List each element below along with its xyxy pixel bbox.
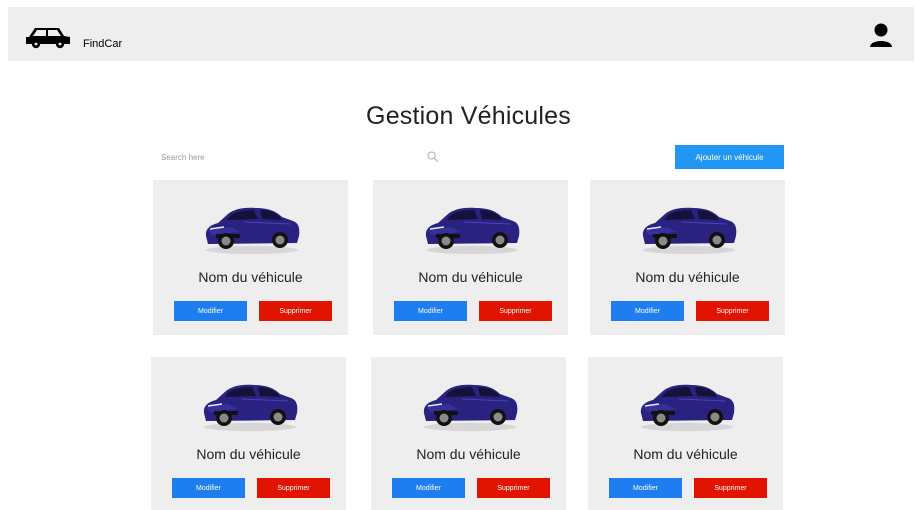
edit-button[interactable]: Modifier [609,478,682,498]
vehicle-card: Nom du véhicule Modifier Supprimer [153,180,348,335]
delete-button[interactable]: Supprimer [477,478,550,498]
search-bar [156,145,446,169]
vehicle-name: Nom du véhicule [198,269,303,285]
delete-button[interactable]: Supprimer [257,478,330,498]
brand-name[interactable]: FindCar [83,38,122,50]
edit-button[interactable]: Modifier [611,301,684,321]
edit-button[interactable]: Modifier [172,478,245,498]
car-image [205,207,300,254]
edit-button[interactable]: Modifier [174,301,247,321]
vehicle-name: Nom du véhicule [196,446,301,462]
add-vehicle-button[interactable]: Ajouter un véhicule [675,145,784,169]
delete-button[interactable]: Supprimer [259,301,332,321]
vehicle-name: Nom du véhicule [416,446,521,462]
user-profile-icon[interactable] [867,21,895,49]
vehicle-name: Nom du véhicule [633,446,738,462]
search-input[interactable] [156,145,418,169]
vehicle-card: Nom du véhicule Modifier Supprimer [588,357,783,510]
navbar: FindCar [8,7,914,61]
vehicle-card: Nom du véhicule Modifier Supprimer [151,357,346,510]
car-image [642,207,737,254]
vehicle-card: Nom du véhicule Modifier Supprimer [371,357,566,510]
vehicle-name: Nom du véhicule [418,269,523,285]
search-icon[interactable] [427,151,438,162]
vehicle-card: Nom du véhicule Modifier Supprimer [590,180,785,335]
delete-button[interactable]: Supprimer [694,478,767,498]
car-image [640,384,735,431]
page-title: Gestion Véhicules [366,102,571,130]
car-logo-icon[interactable] [25,25,71,49]
vehicle-name: Nom du véhicule [635,269,740,285]
delete-button[interactable]: Supprimer [479,301,552,321]
delete-button[interactable]: Supprimer [696,301,769,321]
edit-button[interactable]: Modifier [394,301,467,321]
car-image [423,384,518,431]
car-image [425,207,520,254]
edit-button[interactable]: Modifier [392,478,465,498]
vehicle-card: Nom du véhicule Modifier Supprimer [373,180,568,335]
car-image [203,384,298,431]
